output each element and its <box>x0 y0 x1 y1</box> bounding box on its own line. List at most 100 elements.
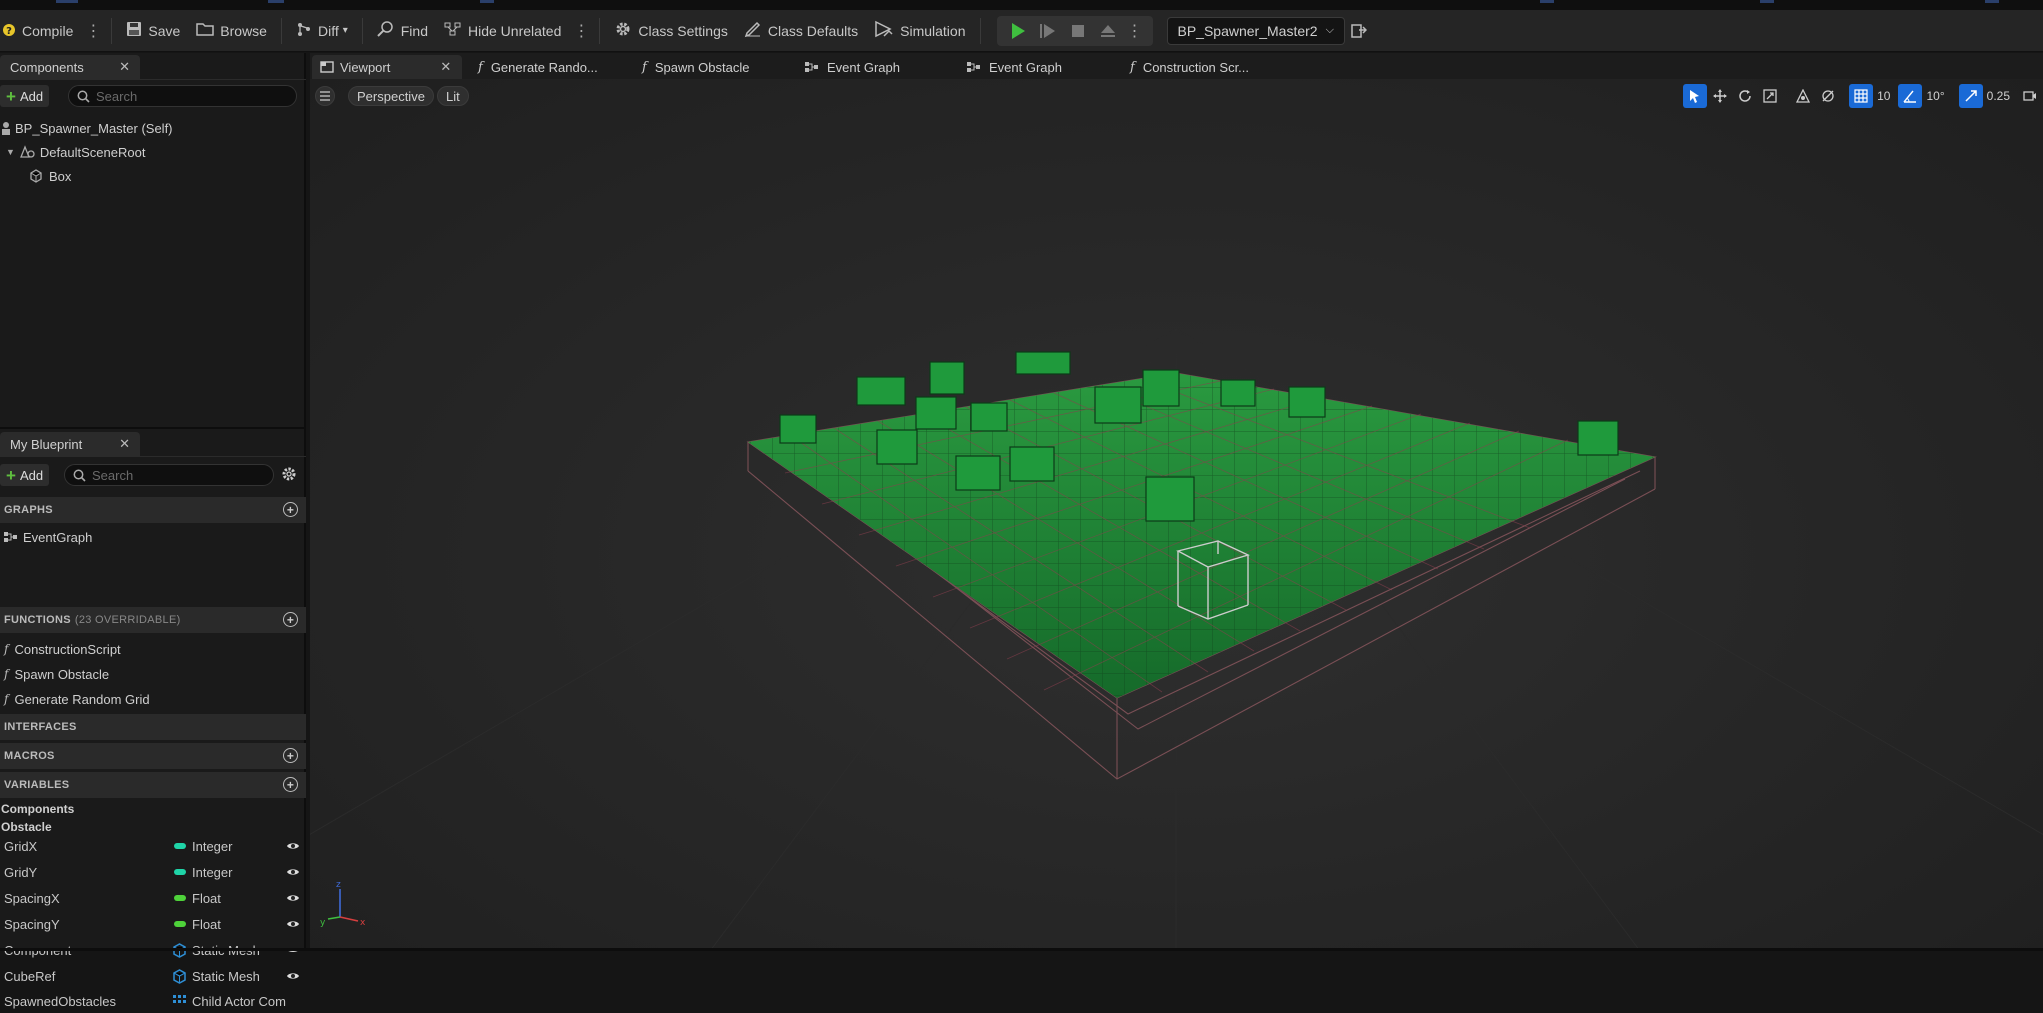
my-blueprint-panel-tab[interactable]: My Blueprint ✕ <box>0 432 140 456</box>
hide-unrelated-button[interactable]: Hide Unrelated <box>436 16 569 46</box>
compile-button[interactable]: ? Compile <box>0 16 81 46</box>
play-options-kebab[interactable]: ⋮ <box>1123 21 1147 41</box>
tab-label: Viewport <box>340 60 390 75</box>
settings-gear-button[interactable] <box>281 466 297 485</box>
tree-item-box[interactable]: Box <box>28 165 71 187</box>
save-button[interactable]: Save <box>118 16 188 46</box>
add-macro-icon[interactable]: + <box>283 748 298 763</box>
debug-object-dropdown[interactable]: BP_Spawner_Master2 ⌵ <box>1167 17 1345 45</box>
eye-icon[interactable] <box>286 840 300 852</box>
add-variable-icon[interactable]: + <box>283 777 298 792</box>
my-blueprint-search-input[interactable] <box>64 464 274 486</box>
advance-frame-button[interactable] <box>1033 16 1063 46</box>
my-blueprint-add-button[interactable]: + Add <box>0 464 49 486</box>
viewport-scene[interactable]: z x y <box>310 79 2043 951</box>
function-icon: f <box>4 692 8 706</box>
variable-category-components[interactable]: Components <box>1 802 74 816</box>
graph-item-eventgraph[interactable]: EventGraph <box>0 525 306 549</box>
tab-construction-script[interactable]: f Construction Scr... <box>1122 55 1257 79</box>
my-blueprint-search-field[interactable] <box>92 468 252 483</box>
eye-icon[interactable] <box>286 918 300 930</box>
variable-category-obstacle[interactable]: Obstacle <box>1 820 52 834</box>
level-viewport[interactable]: z x y Perspective Lit <box>310 79 2043 951</box>
lit-view-mode-dropdown[interactable]: Lit <box>437 86 469 106</box>
find-button[interactable]: Find <box>369 16 436 46</box>
perspective-dropdown[interactable]: Perspective <box>348 86 434 106</box>
surface-snap-icon <box>1821 89 1835 103</box>
variables-section-header[interactable]: VARIABLES + <box>0 772 306 798</box>
scale-snap-value[interactable]: 0.25 <box>1987 89 2010 103</box>
grid-snap-value[interactable]: 10 <box>1877 89 1890 103</box>
rotation-snap-value[interactable]: 10° <box>1926 89 1944 103</box>
graphs-section-header[interactable]: GRAPHS + <box>0 497 306 523</box>
scale-mode-button[interactable] <box>1758 84 1782 108</box>
stop-button[interactable] <box>1063 16 1093 46</box>
class-settings-button[interactable]: Class Settings <box>606 16 735 46</box>
translate-mode-button[interactable] <box>1708 84 1732 108</box>
tab-viewport[interactable]: Viewport ✕ <box>312 55 462 79</box>
obstacle-cube <box>1016 352 1070 374</box>
variable-row-spacingx[interactable]: SpacingX Float <box>0 886 306 910</box>
eject-button[interactable] <box>1093 16 1123 46</box>
class-defaults-button[interactable]: Class Defaults <box>736 16 866 46</box>
components-search-field[interactable] <box>96 89 276 104</box>
components-search-input[interactable] <box>68 85 297 107</box>
select-mode-button[interactable] <box>1683 84 1707 108</box>
coordinate-system-button[interactable] <box>1791 84 1815 108</box>
scale-snap-toggle[interactable] <box>1959 84 1983 108</box>
browse-button[interactable]: Browse <box>188 16 275 46</box>
compile-options-kebab[interactable]: ⋮ <box>81 21 105 41</box>
tree-item-self[interactable]: BP_Spawner_Master (Self) <box>0 117 173 139</box>
add-label: Add <box>20 468 43 483</box>
tab-spawn-obstacle[interactable]: f Spawn Obstacle <box>634 55 757 79</box>
viewport-options-button[interactable] <box>315 86 335 106</box>
add-graph-icon[interactable]: + <box>283 502 298 517</box>
rotate-mode-button[interactable] <box>1733 84 1757 108</box>
eye-icon[interactable] <box>286 866 300 878</box>
obstacle-cube <box>1221 380 1255 406</box>
components-panel-tab[interactable]: Components ✕ <box>0 55 140 79</box>
triangle-down-icon[interactable]: ▼ <box>6 147 15 157</box>
variable-type: Integer <box>192 839 232 854</box>
components-add-button[interactable]: + Add <box>0 85 49 107</box>
tab-event-graph-2[interactable]: Event Graph <box>959 55 1070 79</box>
functions-section-header[interactable]: FUNCTIONS (23 OVERRIDABLE) + <box>0 607 306 633</box>
obstacle-cube <box>971 403 1007 431</box>
variable-row-spawnedobstacles[interactable]: SpawnedObstacles Child Actor Com <box>0 989 306 1013</box>
close-icon[interactable]: ✕ <box>119 59 130 75</box>
camera-speed-button[interactable] <box>2018 84 2042 108</box>
simulation-button[interactable]: Simulation <box>866 16 973 46</box>
grid-snap-toggle[interactable] <box>1849 84 1873 108</box>
diff-button[interactable]: Diff ▾ <box>288 16 356 46</box>
variable-row-spacingy[interactable]: SpacingY Float <box>0 912 306 936</box>
eye-icon[interactable] <box>286 970 300 982</box>
surface-snapping-button[interactable] <box>1816 84 1840 108</box>
function-item-generate-random-grid[interactable]: f Generate Random Grid <box>0 687 306 711</box>
play-button[interactable] <box>1003 16 1033 46</box>
interfaces-section-header[interactable]: INTERFACES <box>0 714 306 740</box>
eye-icon[interactable] <box>286 892 300 904</box>
tree-item-defaultsceneroot[interactable]: ▼ DefaultSceneRoot <box>6 141 145 163</box>
close-icon[interactable]: ✕ <box>119 436 130 452</box>
hide-unrelated-options-kebab[interactable]: ⋮ <box>569 21 593 41</box>
variable-row-cuberef[interactable]: CubeRef Static Mesh <box>0 964 306 988</box>
tab-event-graph[interactable]: Event Graph <box>797 55 908 79</box>
panel-splitter[interactable] <box>0 427 306 429</box>
variable-row-gridy[interactable]: GridY Integer <box>0 860 306 884</box>
array-icon <box>172 994 187 1009</box>
function-item-constructionscript[interactable]: f ConstructionScript <box>0 637 306 661</box>
scale-icon <box>1763 89 1777 103</box>
function-icon: f <box>478 60 483 75</box>
variable-row-gridx[interactable]: GridX Integer <box>0 834 306 858</box>
tab-generate-random-grid[interactable]: f Generate Rando... <box>470 55 606 79</box>
find-debug-object-button[interactable] <box>1345 16 1379 46</box>
hide-unrelated-icon <box>444 21 468 40</box>
stop-icon <box>1070 23 1086 39</box>
close-icon[interactable]: ✕ <box>440 59 451 75</box>
toolbar-separator <box>111 18 112 44</box>
macros-section-header[interactable]: MACROS + <box>0 743 306 769</box>
variable-name: SpawnedObstacles <box>4 994 116 1009</box>
rotation-snap-toggle[interactable] <box>1898 84 1922 108</box>
function-item-spawn-obstacle[interactable]: f Spawn Obstacle <box>0 662 306 686</box>
add-function-icon[interactable]: + <box>283 612 298 627</box>
